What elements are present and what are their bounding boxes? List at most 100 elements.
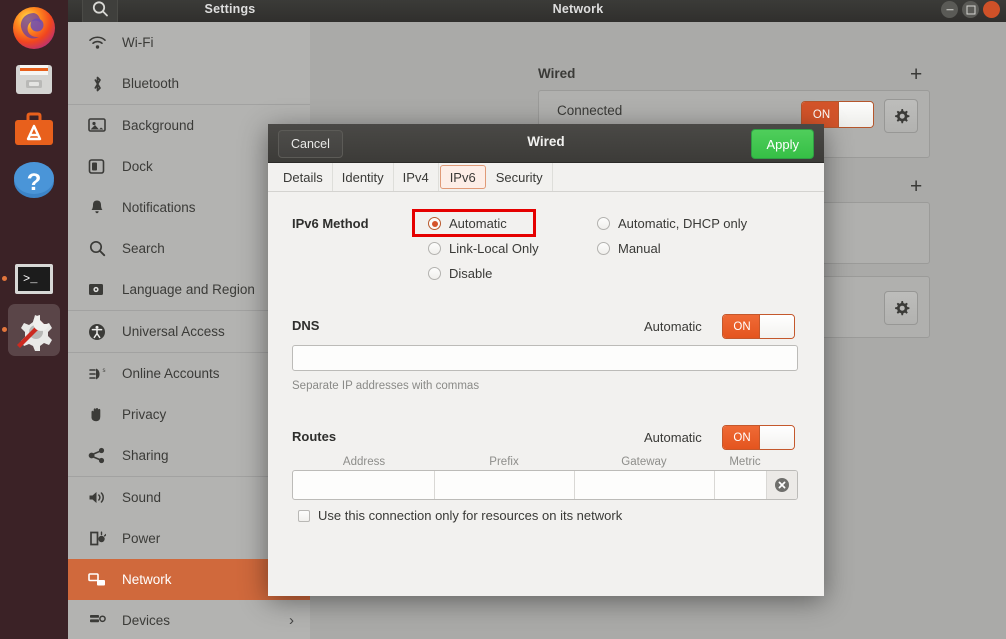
running-indicator-settings [2,327,7,332]
dns-label: DNS [292,318,319,333]
sidebar-item-label: Notifications [122,200,196,215]
privacy-hand-icon [86,406,108,424]
radio-link-local-only[interactable]: Link-Local Only [428,241,539,256]
sidebar-item-label: Dock [122,159,153,174]
routes-column-metric: Metric [714,456,776,468]
toggle-knob [838,102,873,127]
help-icon: ? [11,158,57,204]
radio-label: Automatic, DHCP only [618,216,747,231]
running-indicator-terminal [2,276,7,281]
sidebar-item-label: Sharing [122,448,169,463]
toggle-knob [759,426,794,449]
apply-button[interactable]: Apply [751,129,814,159]
routes-column-prefix: Prefix [434,456,574,468]
gear-icon[interactable] [884,291,918,325]
devices-icon [86,612,108,630]
sidebar-item-label: Power [122,531,160,546]
add-wired-connection-button[interactable]: + [910,68,922,82]
tab-security[interactable]: Security [487,163,553,191]
sidebar-item-label: Universal Access [122,324,225,339]
settings-window-title: Settings [140,2,320,16]
settings-titlebar: Settings Network [68,0,1006,23]
sidebar-item-label: Search [122,241,165,256]
sidebar-item-label: Language and Region [122,282,255,297]
radio-indicator [597,217,610,230]
sidebar-item-label: Network [122,572,172,587]
minimize-icon[interactable] [941,1,958,18]
routes-column-gateway: Gateway [574,456,714,468]
sidebar-item-label: Privacy [122,407,166,422]
wired-heading: Wired [538,66,575,81]
dialog-title: Wired [268,134,824,149]
gear-icon[interactable] [884,99,918,133]
toggle-knob [759,315,794,338]
radio-indicator [428,242,441,255]
add-connection-button-2[interactable]: + [910,180,922,194]
radio-manual[interactable]: Manual [597,241,661,256]
radio-label: Disable [449,266,492,281]
bluetooth-icon [86,75,108,93]
radio-label: Automatic [449,216,507,231]
dock-item-terminal[interactable]: >_ [8,253,60,305]
dock-item-files[interactable] [8,53,60,105]
sidebar-item-devices[interactable]: Devices › [68,600,310,639]
settings-icon [11,307,57,353]
dialog-header: Cancel Wired Apply [268,124,824,163]
sidebar-item-label: Devices [122,613,170,628]
ipv6-method-label: IPv6 Method [292,216,369,231]
language-icon [86,281,108,299]
dns-automatic-label: Automatic [644,319,702,334]
maximize-icon[interactable] [962,1,979,18]
sidebar-item-bluetooth[interactable]: Bluetooth [68,63,310,104]
dns-input[interactable] [292,345,798,371]
network-panel-title: Network [468,2,688,16]
radio-indicator [428,217,441,230]
radio-disable[interactable]: Disable [428,266,492,281]
close-icon[interactable] [983,1,1000,18]
routes-automatic-toggle[interactable]: ON [722,425,795,450]
online-accounts-icon: s [86,365,108,383]
bell-icon [86,199,108,217]
sidebar-item-label: Wi-Fi [122,35,153,50]
route-address-input[interactable] [293,471,435,499]
network-icon [86,571,108,589]
sidebar-item-label: Online Accounts [122,366,220,381]
power-battery-icon [86,530,108,548]
dock-item-settings[interactable] [8,304,60,356]
radio-label: Manual [618,241,661,256]
svg-text:>_: >_ [23,272,38,286]
routes-column-address: Address [294,456,434,468]
sidebar-item-label: Sound [122,490,161,505]
route-prefix-input[interactable] [435,471,575,499]
dialog-tabbar: Details Identity IPv4 IPv6 Security [268,163,824,192]
dock-item-firefox[interactable] [8,2,60,54]
desktop-screen: Settings Network Wi-Fi [0,0,1006,639]
files-icon [11,56,57,102]
radio-automatic-dhcp-only[interactable]: Automatic, DHCP only [597,216,747,231]
dns-hint: Separate IP addresses with commas [292,380,479,392]
checkbox-indicator[interactable] [298,510,310,522]
tab-identity[interactable]: Identity [333,163,394,191]
restrict-connection-checkbox-row[interactable]: Use this connection only for resources o… [298,508,622,523]
dock-item-ubuntu-software[interactable] [8,104,60,156]
dns-automatic-toggle[interactable]: ON [722,314,795,339]
tab-details[interactable]: Details [274,163,333,191]
dock-icon [86,158,108,176]
tab-ipv4[interactable]: IPv4 [394,163,439,191]
radio-indicator [597,242,610,255]
restrict-connection-label: Use this connection only for resources o… [318,508,622,523]
svg-text:?: ? [27,169,42,196]
delete-circle-icon[interactable] [767,471,797,499]
chevron-right-icon: › [289,612,294,629]
sidebar-item-wifi[interactable]: Wi-Fi [68,22,310,63]
ubuntu-software-icon [11,107,57,153]
table-row [292,470,798,500]
route-metric-input[interactable] [715,471,767,499]
dock-item-help[interactable]: ? [8,155,60,207]
tab-ipv6[interactable]: IPv6 [440,165,486,189]
radio-automatic[interactable]: Automatic [428,216,507,231]
toggle-on-label: ON [723,426,761,449]
route-gateway-input[interactable] [575,471,715,499]
routes-automatic-label: Automatic [644,430,702,445]
dialog-body [268,192,824,596]
